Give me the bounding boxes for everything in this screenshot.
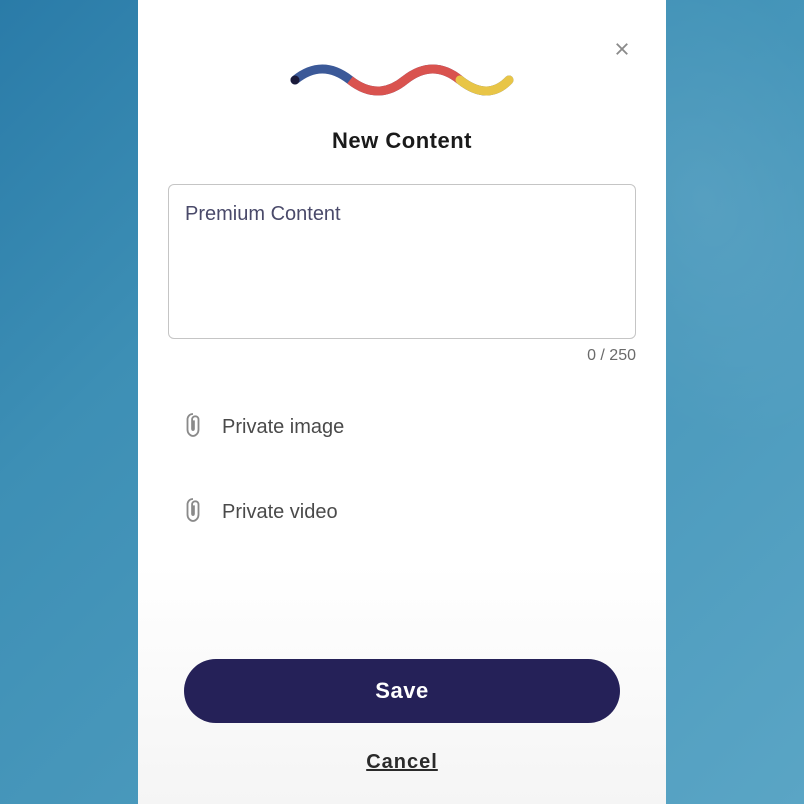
wave-logo-icon	[287, 60, 517, 98]
paperclip-icon	[182, 496, 204, 529]
character-counter: 0 / 250	[168, 347, 636, 365]
new-content-dialog: New Content 0 / 250 Private image Privat…	[138, 0, 666, 804]
attach-private-video[interactable]: Private video	[168, 490, 636, 535]
content-input[interactable]	[168, 184, 636, 339]
dialog-title: New Content	[168, 128, 636, 154]
close-button[interactable]	[610, 38, 634, 62]
dialog-actions: Save Cancel	[168, 659, 636, 774]
cancel-button[interactable]: Cancel	[366, 751, 438, 774]
attach-private-image[interactable]: Private image	[168, 405, 636, 450]
paperclip-icon	[182, 411, 204, 444]
attach-video-label: Private video	[222, 501, 338, 524]
attach-image-label: Private image	[222, 416, 344, 439]
save-button[interactable]: Save	[184, 659, 620, 723]
close-icon	[613, 40, 631, 61]
